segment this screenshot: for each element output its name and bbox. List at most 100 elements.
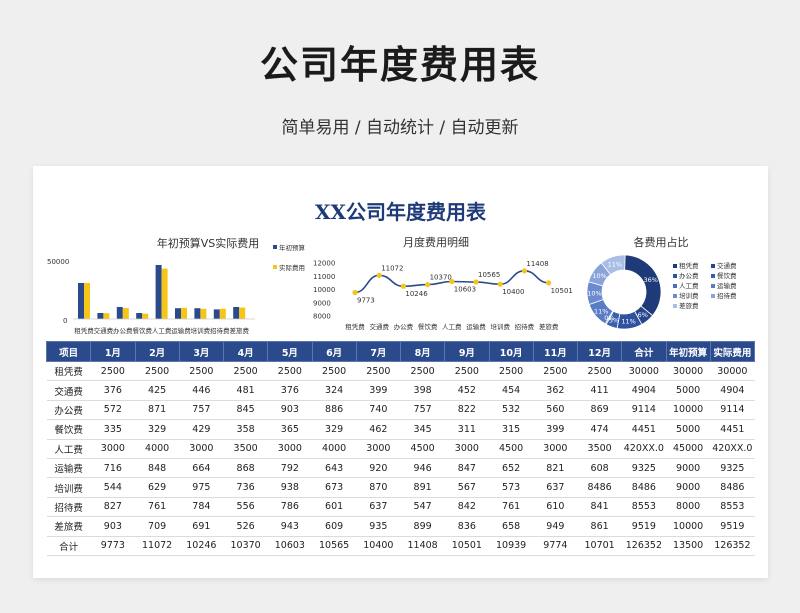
row-label: 交通费 [46,380,91,401]
column-header: 1月 [90,341,136,362]
donut-legend-swatch [673,294,677,298]
table-cell: 836 [444,516,489,537]
table-cell: 8553 [710,497,755,518]
donut-legend-swatch [673,304,677,308]
table-header-row: 项目 1月 2月 3月 4月 5月 6月 7月 8月 9月 10月 11月 12月 合计 年初预算 实际费用 [45,341,756,362]
column-header: 12月 [576,341,623,362]
table-cell: 474 [577,419,622,440]
table-cell: 399 [356,380,401,401]
table-row: 运输费 716 848 664 868 792 643 920 946 847 652 821 608 9… [46,458,755,479]
table-cell: 3000 [444,439,489,459]
table-cell: 420XX.0 [710,439,755,459]
donut-legend-swatch [711,294,715,298]
line-xtick-label: 培训费 [490,322,510,331]
table-cell: 609 [312,516,357,537]
table-cell: 9114 [621,400,666,421]
row-label: 租凭费 [46,361,91,382]
row-label: 餐饮费 [46,419,91,440]
table-cell: 2500 [267,361,312,382]
legend-label-actual: 实际费用 [279,263,305,272]
line-ytick-label: 11000 [313,273,335,281]
donut-slice-label: 6% [638,311,648,319]
table-cell: 601 [312,497,357,518]
line-data-label: 10565 [478,271,500,279]
table-cell: 920 [356,458,401,479]
bar-actual [122,308,129,319]
column-header: 5月 [267,341,313,362]
table-cell: 30000 [621,361,666,382]
bar-actual [219,308,226,319]
table-cell: 5000 [666,380,711,401]
table-cell: 315 [489,419,534,440]
donut-legend-label: 办公费 [679,271,699,280]
table-cell: 567 [444,477,489,498]
row-label: 人工费 [46,439,91,459]
table-cell: 573 [489,477,534,498]
table-row: 交通费 376 425 446 481 376 324 399 398 452 454 362 411 4… [46,380,755,401]
bar-chart-title: 年初预算VS实际费用 [157,236,260,250]
table-cell: 4500 [489,439,534,459]
table-cell: 792 [267,458,312,479]
donut-legend-label: 差旅费 [679,301,699,310]
table-cell: 10939 [489,536,534,556]
line-xtick-label: 交通费 [369,322,389,331]
row-label: 招待费 [46,497,91,518]
table-cell: 4500 [400,439,445,459]
donut-legend-label: 交通费 [717,261,737,270]
table-cell: 376 [267,380,312,401]
bar-xtick-label: 餐饮费 [132,326,152,335]
row-label: 办公费 [46,400,91,421]
column-header: 合计 [621,341,667,362]
table-cell: 847 [444,458,489,479]
column-header: 11月 [532,341,579,362]
table-cell: 126352 [710,536,755,556]
expense-table: 项目 1月 2月 3月 4月 5月 6月 7月 8月 9月 10月 11月 12月 合计 年初预算 实际费用 … [45,341,756,556]
table-cell: 9774 [533,536,578,556]
line-point [497,281,503,287]
table-cell: 3500 [223,439,268,459]
line-point [546,280,552,286]
line-ytick-label: 9000 [313,299,331,307]
table-cell: 4904 [710,380,755,401]
bar-budget [175,308,181,319]
bar-budget [233,307,240,319]
table-cell: 4451 [621,419,666,440]
table-cell: 9114 [710,400,755,421]
table-cell: 560 [533,400,578,421]
table-row: 租凭费 2500 2500 2500 2500 2500 2500 2500 2500 2500 2… [46,361,755,382]
table-cell: 9519 [621,516,666,537]
table-cell: 335 [90,419,135,440]
donut-legend-swatch [711,284,715,288]
line-data-label: 9773 [357,297,375,305]
table-cell: 10603 [267,536,312,556]
line-xtick-label: 餐饮费 [418,322,438,331]
table-cell: 786 [267,497,312,518]
table-cell: 869 [577,400,622,421]
table-cell: 411 [577,380,622,401]
hero-subtitle: 简单易用 / 自动统计 / 自动更新 [281,118,519,138]
table-cell: 8000 [666,497,711,518]
donut-chart: 各费用占比 36%6%11%5%0%11%10%10%11% 租凭费 交通费办公费… [586,235,737,330]
table-cell: 629 [135,477,180,498]
table-cell: 11408 [400,536,445,556]
charts-area: 年初预算VS实际费用 50000 0 租凭费 交通费 办公费 餐饮费 人工费 运输费 培训费… [47,235,737,335]
table-cell: 871 [135,400,180,421]
donut-slice-label: 0% [604,314,614,322]
table-cell: 329 [312,419,357,440]
table-cell: 784 [179,497,224,518]
table-cell: 10246 [179,536,224,556]
table-cell: 358 [223,419,268,440]
line-data-label: 11408 [526,260,548,268]
bar-xtick-label: 差旅费 [229,326,249,335]
line-chart-title: 月度费用明细 [403,235,469,249]
line-data-label: 10603 [454,286,476,294]
hero-title: 公司年度费用表 [259,43,540,87]
line-xtick-label: 差旅费 [539,322,559,331]
bar-actual [142,313,149,319]
table-cell: 2500 [533,361,578,382]
sheet-card: XX公司年度费用表 年初预算VS实际费用 50000 0 租凭费 交通费 办公费 餐饮… [33,166,768,578]
table-cell: 8486 [710,477,755,498]
table-cell: 938 [267,477,312,498]
bar-actual [84,283,90,319]
donut-slice-label: 10% [587,289,601,297]
